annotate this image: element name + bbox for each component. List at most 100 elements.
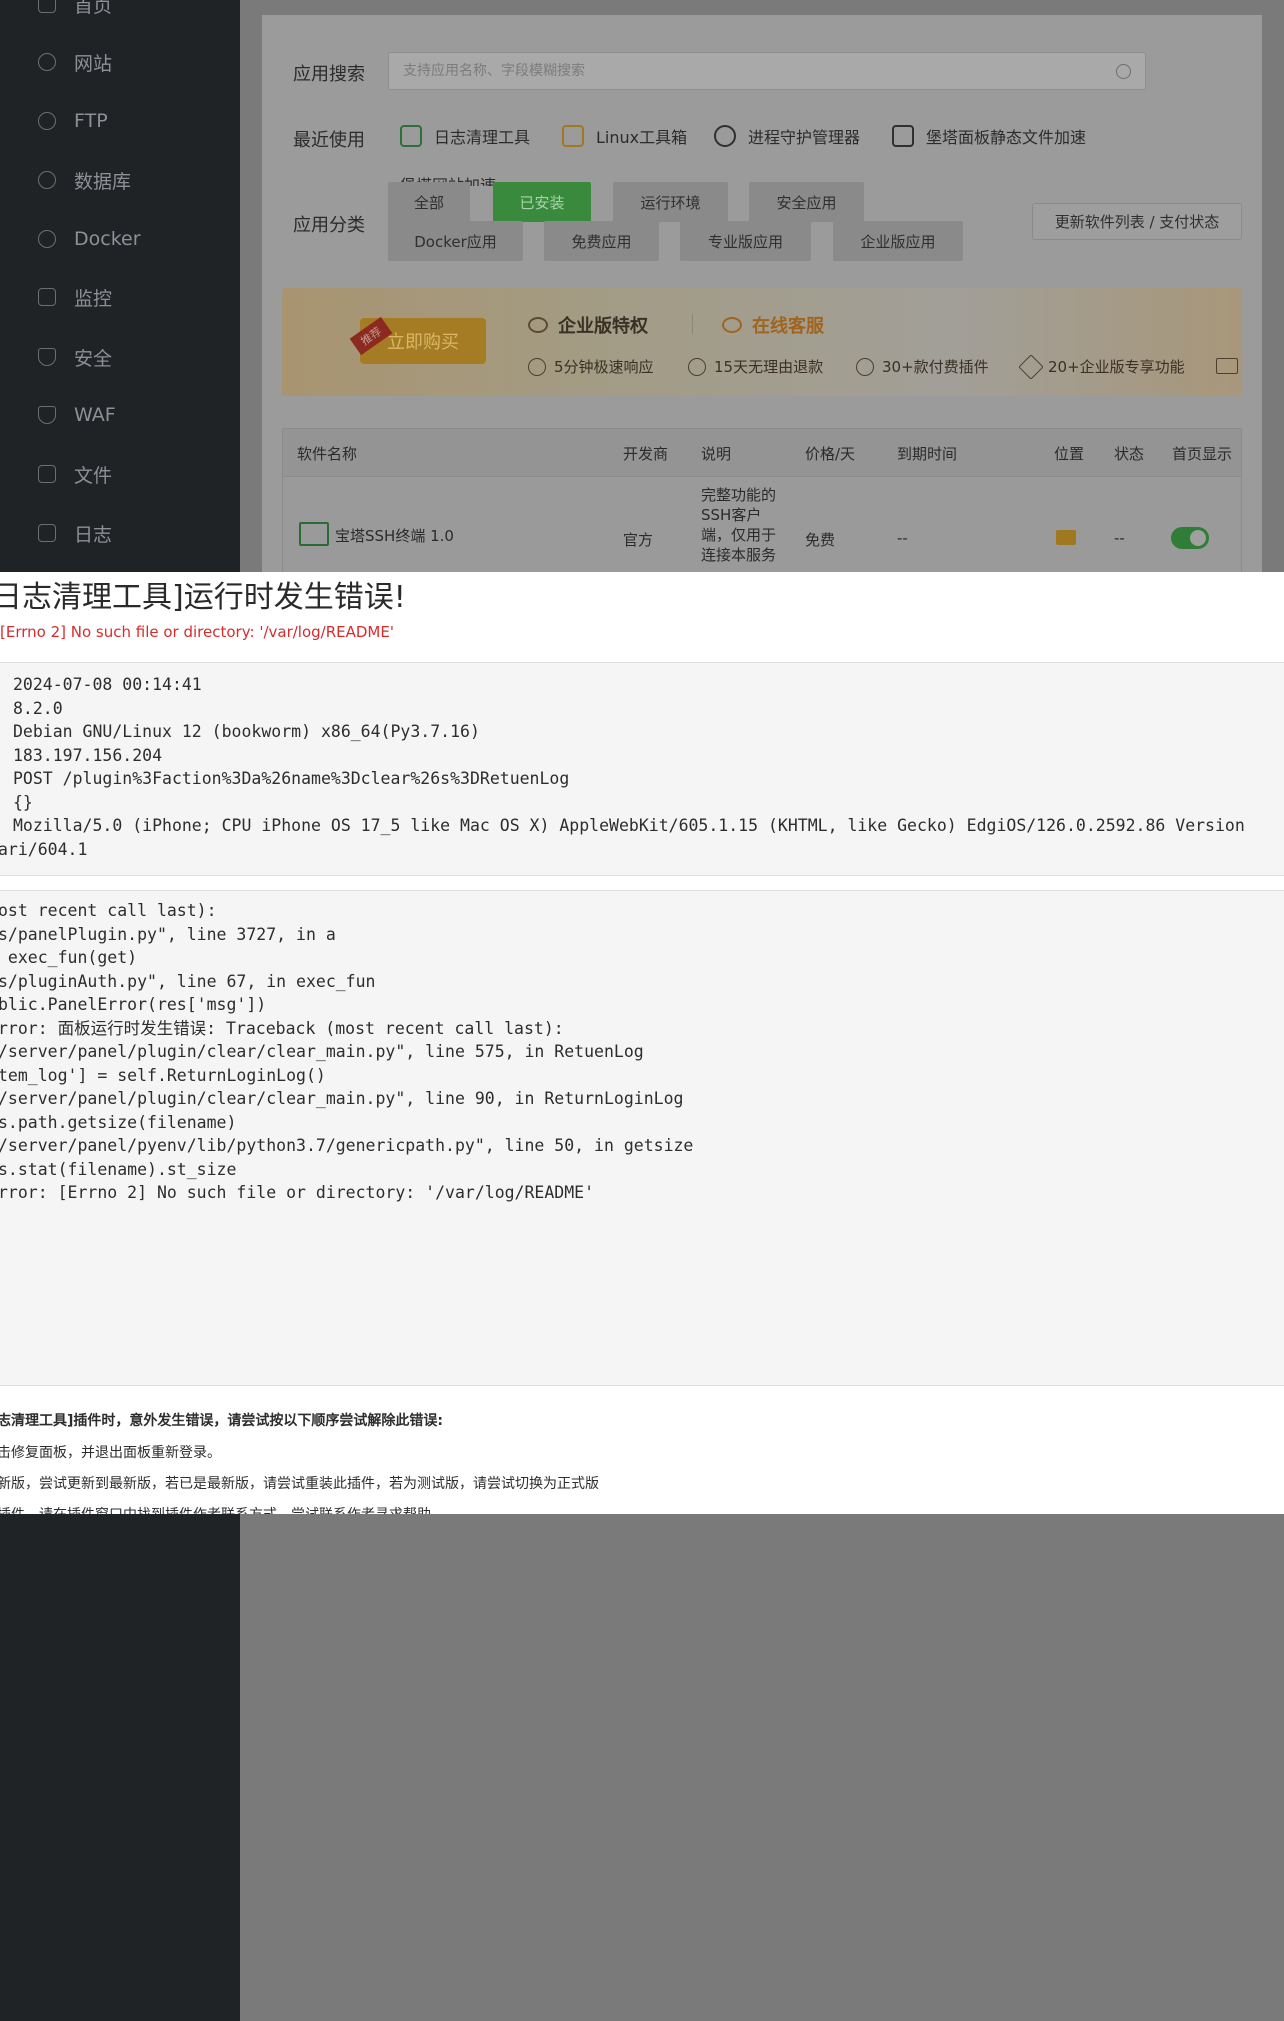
tools-icon — [562, 125, 584, 147]
feature-enterprise-exclusive: 20+企业版专享功能 — [1018, 353, 1185, 380]
bolt-file-icon — [892, 125, 914, 147]
search-input[interactable] — [389, 53, 1089, 89]
recent-label: 最近使用 — [293, 130, 365, 151]
ftp-icon — [38, 112, 56, 130]
tips-heading: 志清理工具]插件时，意外发生错误，请尝试按以下顺序尝试解除此错误: — [0, 1413, 443, 1429]
sidebar-item-security[interactable]: 安全 — [0, 329, 240, 385]
update-software-list-button[interactable]: 更新软件列表 / 支付状态 — [1032, 203, 1242, 240]
traceback-line: ost recent call last): — [0, 901, 217, 920]
expire-cell: -- — [897, 529, 908, 547]
diamond-icon — [1018, 353, 1044, 380]
column-header: 说明 — [701, 445, 732, 463]
sidebar-item-files[interactable]: 文件 — [0, 446, 240, 502]
column-header: 开发商 — [623, 445, 669, 463]
feature-refund: 15天无理由退款 — [688, 356, 823, 377]
traceback-line: /server/panel/plugin/clear/clear_main.py… — [0, 1089, 684, 1108]
recommend-tag: 推荐 — [349, 316, 393, 356]
software-table: 软件名称 开发商 说明 价格/天 到期时间 位置 状态 首页显示 宝塔SSH终端… — [282, 428, 1242, 573]
traceback-line: s/panelPlugin.py", line 3727, in a — [0, 925, 336, 944]
sidebar-item-label: 安全 — [74, 347, 113, 370]
error-dialog: 日志清理工具]运行时发生错误! [Errno 2] No such file o… — [0, 572, 1284, 1514]
online-service-link[interactable]: 在线客服 — [722, 312, 824, 338]
sidebar-item-label: FTP — [74, 110, 108, 132]
sidebar-item-monitor[interactable]: 监控 — [0, 269, 240, 325]
request-info-block: 2024-07-08 00:14:41 8.2.0 Debian GNU/Lin… — [0, 662, 1284, 876]
column-header: 价格/天 — [805, 445, 856, 463]
status-cell: -- — [1114, 529, 1125, 547]
search-label: 应用搜索 — [293, 64, 365, 85]
traceback-line: blic.PanelError(res['msg']) — [0, 995, 267, 1014]
info-line: {} — [13, 793, 33, 812]
developer-cell: 官方 — [623, 531, 654, 549]
tab-pro-apps[interactable]: 专业版应用 — [680, 221, 811, 261]
price-cell: 免费 — [805, 531, 836, 549]
tip-item: 新版，尝试更新到最新版，若已是最新版，请尝试重装此插件，若为测试版，请尝试切换为… — [0, 1476, 599, 1492]
enterprise-banner: 推荐 立即购买 企业版特权 在线客服 5分钟极速响应 15天无理由退款 30+款… — [282, 288, 1242, 396]
folder-icon[interactable] — [1056, 530, 1076, 545]
sidebar-item-label: 首页 — [74, 0, 113, 17]
info-line: 2024-07-08 00:14:41 — [13, 675, 202, 694]
recent-app-log-clean[interactable]: 日志清理工具 — [400, 124, 530, 148]
home-icon — [38, 0, 56, 13]
sidebar-item-database[interactable]: 数据库 — [0, 152, 240, 208]
sidebar-item-waf[interactable]: WAF — [0, 387, 240, 443]
tab-enterprise-apps[interactable]: 企业版应用 — [833, 221, 963, 261]
tab-security-apps[interactable]: 安全应用 — [749, 182, 864, 222]
docker-icon — [38, 230, 56, 248]
enterprise-privilege-title: 企业版特权 — [528, 312, 648, 338]
info-line: POST /plugin%3Faction%3Da%26name%3Dclear… — [13, 769, 570, 788]
tab-free-apps[interactable]: 免费应用 — [544, 221, 659, 261]
info-line: 8.2.0 — [13, 699, 63, 718]
recent-app-linux-toolbox[interactable]: Linux工具箱 — [562, 124, 687, 148]
sidebar-item-label: 网站 — [74, 52, 113, 75]
column-header: 软件名称 — [297, 445, 358, 463]
sidebar-item-ftp[interactable]: FTP — [0, 93, 240, 149]
traceback-line: tem_log'] = self.ReturnLoginLog() — [0, 1066, 326, 1085]
traceback-line: /server/panel/plugin/clear/clear_main.py… — [0, 1042, 644, 1061]
traceback-line: /server/panel/pyenv/lib/python3.7/generi… — [0, 1136, 694, 1155]
traceback-line: s/pluginAuth.py", line 67, in exec_fun — [0, 972, 376, 991]
eye-icon — [528, 317, 548, 333]
error-title: 日志清理工具]运行时发生错误! — [0, 580, 406, 615]
penguin-icon — [714, 125, 736, 147]
tip-item: 击修复面板，并退出面板重新登录。 — [0, 1445, 221, 1461]
clock-icon — [528, 357, 546, 376]
sidebar-item-label: 数据库 — [74, 170, 132, 193]
tab-runtime[interactable]: 运行环境 — [613, 182, 728, 222]
info-line: ari/604.1 — [0, 840, 88, 859]
folder-icon — [38, 465, 56, 483]
broom-icon — [400, 125, 422, 147]
software-name[interactable]: 宝塔SSH终端 1.0 — [335, 525, 454, 546]
traceback-line: exec_fun(get) — [0, 948, 138, 967]
traceback-line: rror: 面板运行时发生错误: Traceback (most recent … — [0, 1019, 564, 1038]
buy-now-label: 立即购买 — [387, 332, 459, 353]
tab-docker-apps[interactable]: Docker应用 — [388, 221, 523, 261]
tab-installed[interactable]: 已安装 — [493, 182, 591, 222]
app-search-box[interactable] — [388, 52, 1146, 90]
sidebar-item-label: 监控 — [74, 287, 113, 310]
sidebar-item-docker[interactable]: Docker — [0, 211, 240, 267]
feature-fast-response: 5分钟极速响应 — [528, 356, 654, 377]
column-header: 位置 — [1054, 445, 1085, 463]
sidebar-item-logs[interactable]: 日志 — [0, 505, 240, 561]
buy-now-button[interactable]: 推荐 立即购买 — [349, 316, 486, 364]
description-cell: 完整功能的 SSH客户 端，仅用于 连接本服务 — [701, 486, 777, 564]
search-icon[interactable] — [1116, 64, 1131, 79]
mail-icon[interactable] — [1216, 358, 1238, 374]
tab-all[interactable]: 全部 — [388, 182, 470, 222]
recent-app-process-guard[interactable]: 进程守护管理器 — [714, 124, 860, 148]
tip-item: 插件，请在插件窗口中找到插件作者联系方式，尝试联系作者寻求帮助 — [0, 1504, 431, 1514]
home-display-toggle[interactable] — [1171, 527, 1209, 549]
traceback-line: rror: [Errno 2] No such file or director… — [0, 1183, 595, 1202]
monitor-icon — [38, 288, 56, 306]
sidebar-item-home[interactable]: 首页 — [0, 0, 240, 32]
terminal-icon — [299, 522, 329, 546]
sidebar-item-website[interactable]: 网站 — [0, 34, 240, 90]
traceback-line: s.path.getsize(filename) — [0, 1113, 237, 1132]
table-header: 软件名称 开发商 说明 价格/天 到期时间 位置 状态 首页显示 — [283, 429, 1241, 477]
column-header: 到期时间 — [897, 445, 958, 463]
refund-icon — [688, 357, 706, 376]
recent-app-static-accel[interactable]: 堡塔面板静态文件加速 — [892, 124, 1086, 148]
info-line: Mozilla/5.0 (iPhone; CPU iPhone OS 17_5 … — [13, 816, 1245, 835]
globe-icon — [38, 53, 56, 71]
